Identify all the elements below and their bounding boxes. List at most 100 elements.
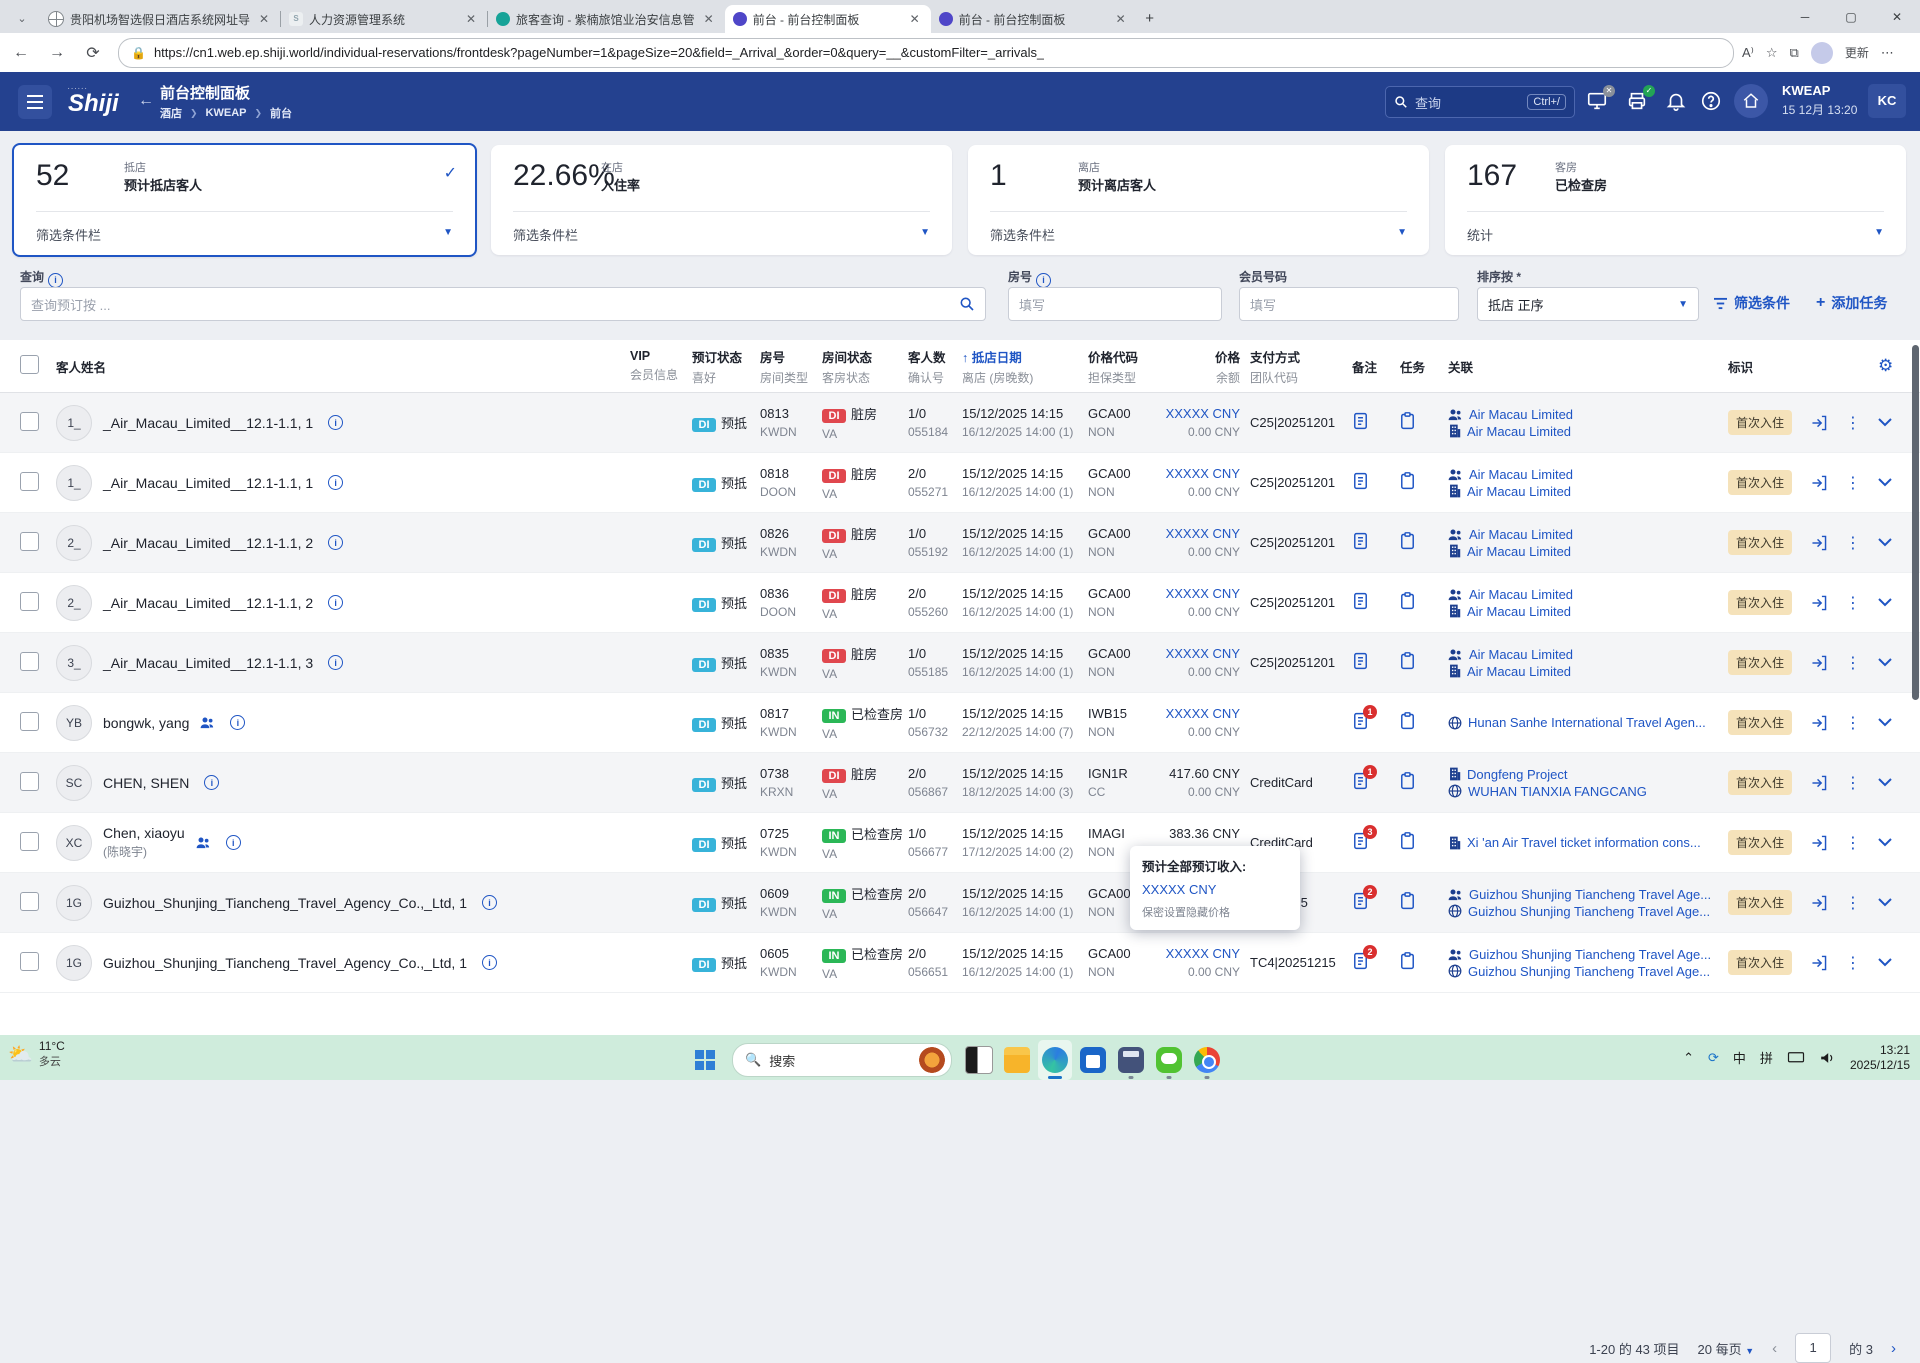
search-icon[interactable] bbox=[959, 296, 975, 312]
address-bar[interactable]: 🔒 https://cn1.web.ep.shiji.world/individ… bbox=[118, 38, 1734, 68]
row-checkbox[interactable] bbox=[20, 892, 39, 911]
linked-profile-link[interactable]: Guizhou Shunjing Tiancheng Travel Age... bbox=[1469, 947, 1711, 962]
guest-name[interactable]: _Air_Macau_Limited__12.1-1.1, 2 bbox=[103, 595, 313, 611]
tab-list-chevron-icon[interactable]: ⌄ bbox=[8, 5, 36, 31]
tab-close-icon[interactable]: ✕ bbox=[463, 11, 479, 27]
notes-icon[interactable]: 3 bbox=[1352, 832, 1369, 850]
query-input[interactable]: 查询预订按 ... bbox=[20, 287, 986, 321]
window-minimize-button[interactable]: ─ bbox=[1782, 0, 1828, 33]
chevron-down-icon[interactable]: ▼ bbox=[443, 227, 453, 238]
taskbar-clock[interactable]: 13:21 2025/12/15 bbox=[1850, 1043, 1910, 1073]
linked-profile-link[interactable]: Air Macau Limited bbox=[1467, 424, 1571, 439]
window-maximize-button[interactable]: ▢ bbox=[1828, 0, 1874, 33]
linked-profile-link[interactable]: Air Macau Limited bbox=[1467, 604, 1571, 619]
room-number-input[interactable]: 填写 bbox=[1008, 287, 1222, 321]
tab-close-icon[interactable]: ✕ bbox=[701, 11, 717, 27]
window-close-button[interactable]: ✕ bbox=[1874, 0, 1920, 33]
browser-update-button[interactable]: 更新 bbox=[1845, 44, 1869, 61]
expand-chevron-icon[interactable] bbox=[1878, 478, 1892, 487]
browser-tab[interactable]: 贵阳机场智选假日酒店系统网址导✕ bbox=[40, 5, 280, 33]
global-search-input[interactable]: 查询 Ctrl+/ bbox=[1385, 86, 1575, 118]
expand-chevron-icon[interactable] bbox=[1878, 778, 1892, 787]
info-icon[interactable]: i bbox=[328, 535, 343, 550]
expand-chevron-icon[interactable] bbox=[1878, 418, 1892, 427]
expand-chevron-icon[interactable] bbox=[1878, 898, 1892, 907]
stat-card-1[interactable]: 52抵店预计抵店客人✓筛选条件栏▼ bbox=[12, 143, 477, 257]
check-in-icon[interactable] bbox=[1810, 535, 1828, 551]
column-header[interactable]: 价格代码担保类型 bbox=[1088, 347, 1160, 386]
chevron-down-icon[interactable]: ▼ bbox=[920, 227, 930, 238]
check-in-icon[interactable] bbox=[1810, 475, 1828, 491]
expand-chevron-icon[interactable] bbox=[1878, 658, 1892, 667]
more-actions-icon[interactable]: ⋮ bbox=[1845, 653, 1861, 673]
notes-icon[interactable] bbox=[1352, 532, 1369, 550]
linked-profile-link[interactable]: Air Macau Limited bbox=[1469, 587, 1573, 602]
notes-icon[interactable] bbox=[1352, 652, 1369, 670]
column-header[interactable]: 备注 bbox=[1352, 357, 1400, 376]
linked-profile-link[interactable]: Hunan Sanhe International Travel Agen... bbox=[1468, 715, 1706, 730]
check-in-icon[interactable] bbox=[1810, 415, 1828, 431]
more-actions-icon[interactable]: ⋮ bbox=[1845, 893, 1861, 913]
weather-widget[interactable]: ⛅ 11°C多云 bbox=[8, 1039, 65, 1069]
browser-tab[interactable]: S人力资源管理系统✕ bbox=[281, 5, 487, 33]
add-task-button[interactable]: + 添加任务 bbox=[1816, 293, 1887, 313]
linked-profile-link[interactable]: Guizhou Shunjing Tiancheng Travel Age... bbox=[1469, 887, 1711, 902]
tasks-clipboard-icon[interactable] bbox=[1400, 592, 1415, 610]
guest-name[interactable]: Chen, xiaoyu bbox=[103, 825, 185, 841]
guest-name[interactable]: CHEN, SHEN bbox=[103, 775, 189, 791]
check-in-icon[interactable] bbox=[1810, 715, 1828, 731]
taskbar-search-input[interactable]: 🔍 搜索 bbox=[732, 1043, 952, 1077]
price[interactable]: XXXXX CNY bbox=[1160, 946, 1240, 961]
row-checkbox[interactable] bbox=[20, 832, 39, 851]
linked-profile-link[interactable]: Guizhou Shunjing Tiancheng Travel Age... bbox=[1468, 964, 1710, 979]
linked-profile-link[interactable]: Air Macau Limited bbox=[1469, 467, 1573, 482]
price[interactable]: XXXXX CNY bbox=[1160, 586, 1240, 601]
info-icon[interactable]: i bbox=[48, 273, 63, 288]
taskbar-app-edge[interactable] bbox=[1038, 1040, 1072, 1080]
expand-chevron-icon[interactable] bbox=[1878, 838, 1892, 847]
ime-language-button[interactable]: 中 bbox=[1733, 1048, 1746, 1067]
taskbar-app-chrome[interactable] bbox=[1190, 1040, 1224, 1080]
info-icon[interactable]: i bbox=[328, 415, 343, 430]
stat-card-3[interactable]: 1离店预计离店客人筛选条件栏▼ bbox=[968, 145, 1429, 255]
page-number-input[interactable]: 1 bbox=[1795, 1333, 1831, 1363]
column-header[interactable]: ↑ 抵店日期离店 (房晚数) bbox=[962, 347, 1088, 386]
notes-icon[interactable]: 1 bbox=[1352, 712, 1369, 730]
start-button[interactable] bbox=[688, 1043, 722, 1077]
column-header[interactable]: 客人姓名 bbox=[56, 357, 630, 376]
info-icon[interactable]: i bbox=[482, 955, 497, 970]
tab-close-icon[interactable]: ✕ bbox=[256, 11, 272, 27]
workstation-icon[interactable]: ✕ bbox=[1586, 90, 1610, 114]
column-header[interactable]: 房间状态客房状态 bbox=[822, 347, 908, 386]
check-in-icon[interactable] bbox=[1810, 895, 1828, 911]
new-tab-button[interactable]: + bbox=[1137, 5, 1163, 31]
row-checkbox[interactable] bbox=[20, 952, 39, 971]
row-checkbox[interactable] bbox=[20, 652, 39, 671]
expand-chevron-icon[interactable] bbox=[1878, 598, 1892, 607]
accompany-guests-icon[interactable] bbox=[200, 716, 215, 729]
expand-chevron-icon[interactable] bbox=[1878, 538, 1892, 547]
column-header[interactable]: 预订状态喜好 bbox=[692, 347, 760, 386]
info-icon[interactable]: i bbox=[204, 775, 219, 790]
guest-name[interactable]: _Air_Macau_Limited__12.1-1.1, 3 bbox=[103, 655, 313, 671]
notes-icon[interactable] bbox=[1352, 412, 1369, 430]
tab-close-icon[interactable]: ✕ bbox=[907, 11, 923, 27]
taskbar-app-wechat[interactable] bbox=[1152, 1040, 1186, 1080]
filter-conditions-button[interactable]: 筛选条件 bbox=[1713, 293, 1790, 313]
linked-profile-link[interactable]: Air Macau Limited bbox=[1469, 647, 1573, 662]
price[interactable]: XXXXX CNY bbox=[1160, 466, 1240, 481]
next-page-icon[interactable]: › bbox=[1891, 1340, 1896, 1357]
tasks-clipboard-icon[interactable] bbox=[1400, 892, 1415, 910]
browser-profile-avatar[interactable] bbox=[1811, 42, 1833, 64]
info-icon[interactable]: i bbox=[328, 475, 343, 490]
notes-icon[interactable] bbox=[1352, 592, 1369, 610]
linked-profile-link[interactable]: WUHAN TIANXIA FANGCANG bbox=[1468, 784, 1647, 799]
tray-sync-icon[interactable]: ⟳ bbox=[1708, 1050, 1719, 1066]
page-size-select[interactable]: 20 每页 ▼ bbox=[1698, 1339, 1755, 1358]
guest-name[interactable]: _Air_Macau_Limited__12.1-1.1, 1 bbox=[103, 415, 313, 431]
info-icon[interactable]: i bbox=[230, 715, 245, 730]
card-filter-label[interactable]: 统计 bbox=[1467, 225, 1884, 244]
tasks-clipboard-icon[interactable] bbox=[1400, 772, 1415, 790]
home-button[interactable] bbox=[1734, 84, 1768, 118]
sort-by-select[interactable]: 抵店 正序 ▼ bbox=[1477, 287, 1699, 321]
